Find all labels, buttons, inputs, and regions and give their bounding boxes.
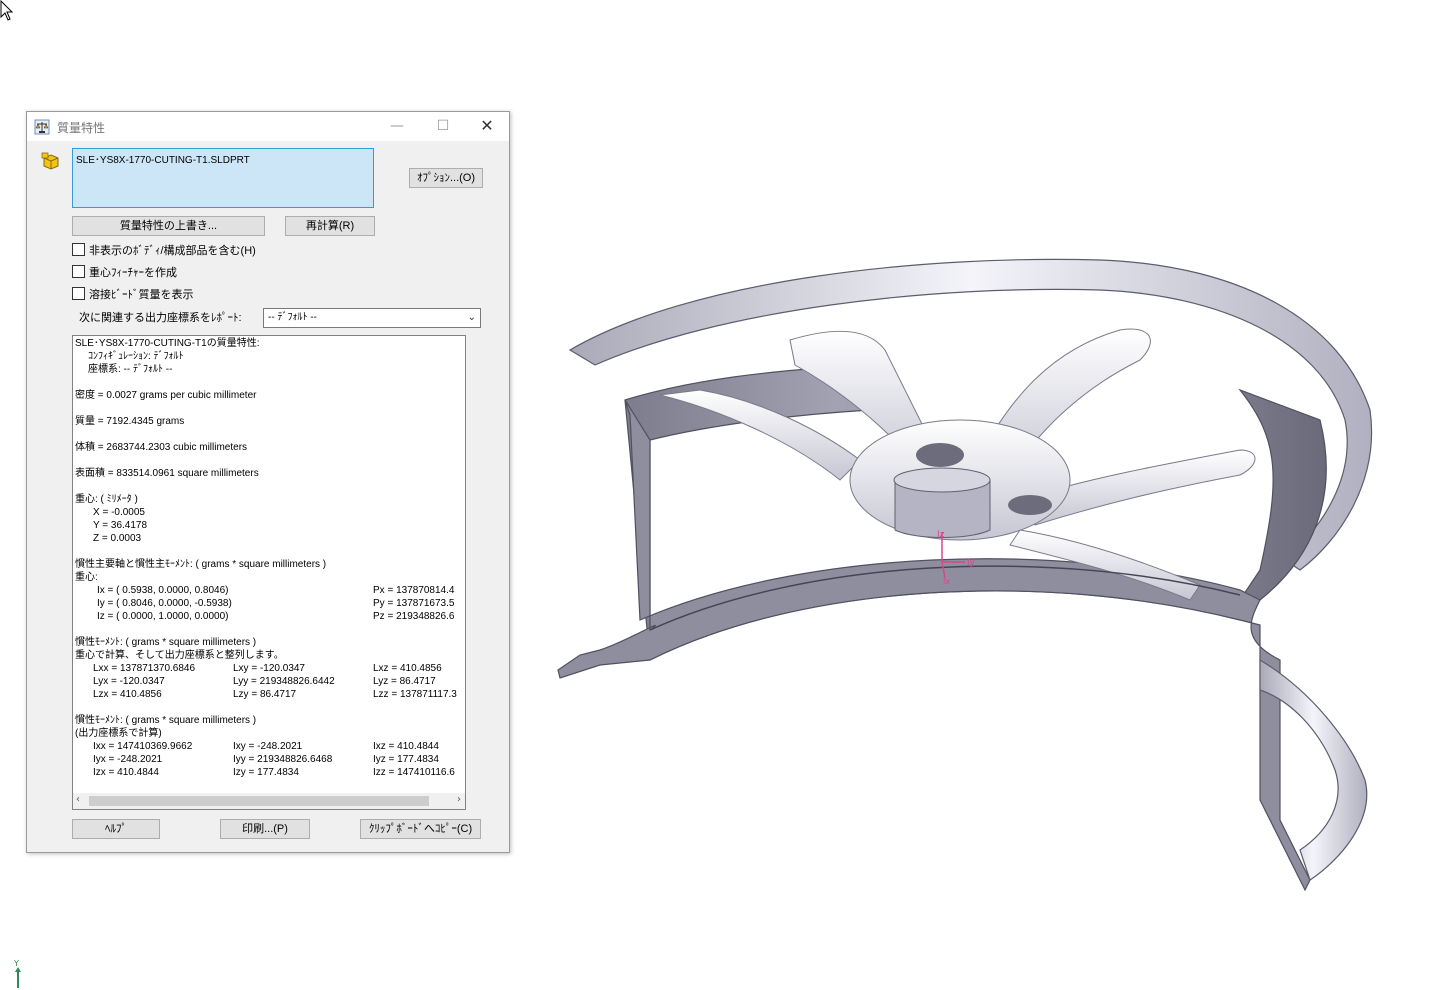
selected-items-list[interactable]: SLE･YS8X-1770-CUTING-T1.SLDPRT [72, 148, 374, 208]
chevron-down-icon[interactable]: ⌄ [468, 309, 476, 327]
coordinate-system-value: -- ﾃﾞﾌｫﾙﾄ -- [268, 312, 317, 323]
results-izz: Izz = 147410116.6 [373, 767, 455, 778]
results-moi2-title: 慣性ﾓｰﾒﾝﾄ: ( grams * square millimeters ) [75, 715, 257, 726]
results-mass: 質量 = 7192.4345 grams [75, 416, 185, 427]
results-lzz: Lzz = 137871117.3 [373, 689, 457, 700]
title-bar[interactable]: 質量特性 — ☐ ✕ [27, 112, 509, 141]
results-moi1-sub: 重心で計算、そして出力座標系と整列します。 [75, 650, 284, 661]
results-ixx: Ixx = 147410369.9662 [93, 741, 193, 752]
results-density: 密度 = 0.0027 grams per cubic millimeter [75, 390, 257, 401]
results-iyy: Iyy = 219348826.6468 [233, 754, 333, 765]
results-pane[interactable]: SLE･YS8X-1770-CUTING-T1の質量特性: ｺﾝﾌｨｷﾞｭﾚｰｼ… [72, 335, 466, 810]
scale-icon [34, 119, 50, 135]
include-hidden-bodies-checkbox[interactable]: 非表示のﾎﾞﾃﾞｨ/構成部品を含む(H) [72, 243, 256, 259]
axis-label-iy: Iy [967, 558, 976, 568]
results-iyx: Iyx = -248.2021 [93, 754, 163, 765]
results-volume: 体積 = 2683744.2303 cubic millimeters [75, 442, 248, 453]
axis-label-ix: Ix [943, 577, 950, 586]
reference-triad-icon: Y [13, 959, 21, 988]
dialog-title: 質量特性 [57, 121, 106, 135]
print-button[interactable]: 印刷...(P) [220, 819, 310, 839]
results-lzy: Lzy = 86.4717 [233, 689, 297, 700]
coordinate-system-dropdown[interactable]: -- ﾃﾞﾌｫﾙﾄ -- ⌄ [263, 308, 481, 328]
results-pz: Pz = 219348826.6 [373, 611, 455, 622]
results-principal-sub: 重心: [75, 572, 98, 583]
results-coordsys: 座標系: -- ﾃﾞﾌｫﾙﾄ -- [88, 364, 173, 375]
results-px: Px = 137870814.4 [373, 585, 455, 596]
results-moi2-sub: (出力座標系で計算) [75, 728, 162, 739]
results-izx: Izx = 410.4844 [93, 767, 159, 778]
checkbox-box[interactable] [72, 287, 85, 300]
results-com-z: Z = 0.0003 [93, 533, 142, 544]
scroll-left-icon[interactable]: ‹ [76, 794, 80, 805]
results-com-title: 重心: ( ﾐﾘﾒｰﾀ ) [75, 494, 138, 505]
results-iz: Iz = ( 0.0000, 1.0000, 0.0000) [97, 611, 229, 622]
results-lyz: Lyz = 86.4717 [373, 676, 436, 687]
results-ixy: Ixy = -248.2021 [233, 741, 303, 752]
maximize-button[interactable]: ☐ [421, 112, 465, 141]
options-button[interactable]: ｵﾌﾟｼｮﾝ...(O) [409, 168, 483, 188]
results-lxy: Lxy = -120.0347 [233, 663, 305, 674]
scrollbar-thumb[interactable] [89, 796, 429, 806]
checkbox-box[interactable] [72, 243, 85, 256]
results-moi1-title: 慣性ﾓｰﾒﾝﾄ: ( grams * square millimeters ) [75, 637, 257, 648]
results-lyy: Lyy = 219348826.6442 [233, 676, 335, 687]
results-com-y: Y = 36.4178 [93, 520, 148, 531]
create-cog-feature-checkbox[interactable]: 重心ﾌｨｰﾁｬｰを作成 [72, 265, 177, 281]
mass-properties-dialog: 質量特性 — ☐ ✕ SLE･YS8X-1770-CUTING-T1.SLDPR… [26, 111, 510, 853]
lug-hole [1008, 495, 1052, 515]
selected-part-name[interactable]: SLE･YS8X-1770-CUTING-T1.SLDPRT [76, 155, 250, 166]
results-header: SLE･YS8X-1770-CUTING-T1の質量特性: [75, 338, 260, 349]
show-weld-bead-mass-checkbox[interactable]: 溶接ﾋﾞｰﾄﾞ質量を表示 [72, 287, 194, 303]
wheel-model [557, 258, 1372, 892]
results-principal-title: 慣性主要軸と慣性主ﾓｰﾒﾝﾄ: ( grams * square millime… [75, 559, 327, 570]
coordinate-system-label: 次に関連する出力座標系をﾚﾎﾟｰﾄ: [79, 312, 242, 324]
checkbox-label: 非表示のﾎﾞﾃﾞｨ/構成部品を含む(H) [89, 245, 256, 257]
results-lxz: Lxz = 410.4856 [373, 663, 442, 674]
minimize-button[interactable]: — [375, 112, 419, 141]
scroll-right-icon[interactable]: › [457, 794, 461, 805]
results-ix: Ix = ( 0.5938, 0.0000, 0.8046) [97, 585, 229, 596]
help-button[interactable]: ﾍﾙﾌﾟ [72, 819, 160, 839]
model-viewport[interactable]: Iz Iy Ix [540, 240, 1400, 910]
recalculate-button[interactable]: 再計算(R) [285, 216, 375, 236]
results-ixz: Ixz = 410.4844 [373, 741, 439, 752]
results-py: Py = 137871673.5 [373, 598, 455, 609]
part-icon [41, 152, 59, 170]
results-config: ｺﾝﾌｨｷﾞｭﾚｰｼｮﾝ: ﾃﾞﾌｫﾙﾄ [88, 351, 184, 362]
checkbox-label: 重心ﾌｨｰﾁｬｰを作成 [89, 267, 177, 279]
results-area: 表面積 = 833514.0961 square millimeters [75, 468, 259, 479]
checkbox-box[interactable] [72, 265, 85, 278]
hub-bore-top [893, 467, 991, 493]
results-com-x: X = -0.0005 [93, 507, 145, 518]
lug-hole [916, 443, 964, 467]
close-button[interactable]: ✕ [465, 112, 509, 141]
triad-label-y: Y [13, 959, 19, 968]
copy-to-clipboard-button[interactable]: ｸﾘｯﾌﾟﾎﾞｰﾄﾞへｺﾋﾟｰ(C) [360, 819, 481, 839]
checkbox-label: 溶接ﾋﾞｰﾄﾞ質量を表示 [89, 289, 194, 301]
axis-label-iz: Iz [937, 530, 945, 540]
results-lzx: Lzx = 410.4856 [93, 689, 162, 700]
results-izy: Izy = 177.4834 [233, 767, 299, 778]
override-mass-properties-button[interactable]: 質量特性の上書き... [72, 216, 265, 236]
results-lxx: Lxx = 137871370.6846 [93, 663, 196, 674]
results-iyz: Iyz = 177.4834 [373, 754, 439, 765]
horizontal-scrollbar[interactable]: ‹ › [73, 793, 465, 809]
results-iy: Iy = ( 0.8046, 0.0000, -0.5938) [97, 598, 232, 609]
mouse-cursor-icon [0, 0, 14, 21]
results-lyx: Lyx = -120.0347 [93, 676, 165, 687]
